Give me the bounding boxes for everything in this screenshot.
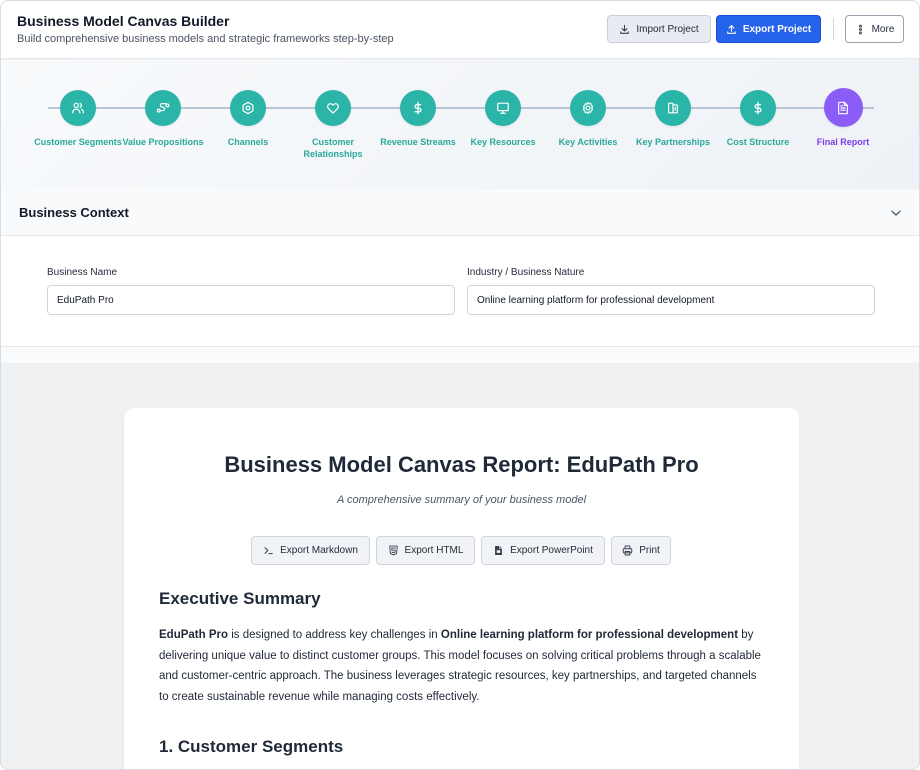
export-markdown-button[interactable]: Export Markdown [251, 536, 370, 565]
export-html-label: Export HTML [404, 545, 464, 556]
step-label: Revenue Streams [380, 137, 456, 147]
customer-segments-heading: 1. Customer Segments [159, 737, 344, 756]
step-label: Customer Segments [34, 137, 122, 147]
print-button[interactable]: Print [611, 536, 671, 565]
dollar-icon [754, 101, 762, 115]
step-customer-segments[interactable]: Customer Segments [33, 90, 123, 148]
step-circle [400, 90, 436, 126]
monitor-icon [497, 102, 509, 114]
heart-icon [327, 103, 339, 114]
step-circle [570, 90, 606, 126]
route-icon [156, 103, 170, 113]
gear-icon [582, 101, 594, 115]
report-subtitle: A comprehensive summary of your business… [336, 494, 587, 506]
header-divider [833, 18, 834, 40]
step-label: Cost Structure [726, 137, 790, 147]
app-header: Business Model Canvas Builder Build comp… [1, 1, 919, 59]
business-context-panel: Business Context Business Name Industry … [1, 189, 919, 363]
app-title: Business Model Canvas Builder [17, 13, 230, 29]
executive-summary-heading: Executive Summary [159, 589, 321, 608]
step-label: Final Report [816, 137, 870, 147]
more-vertical-icon [858, 24, 862, 34]
step-customer-relationships[interactable]: Customer Relationships [288, 90, 378, 160]
business-name-label: Business Name [47, 267, 118, 278]
progress-stepper: Customer Segments Value Propositions Cha… [1, 60, 919, 189]
step-value-propositions[interactable]: Value Propositions [118, 90, 208, 148]
export-project-label: Export Project [742, 23, 812, 35]
step-circle [315, 90, 351, 126]
import-project-button[interactable]: Import Project [607, 15, 711, 43]
printer-icon [622, 545, 633, 556]
business-context-header[interactable]: Business Context [1, 189, 919, 236]
step-key-resources[interactable]: Key Resources [458, 90, 548, 148]
business-context-footer [1, 346, 919, 363]
export-powerpoint-label: Export PowerPoint [510, 545, 593, 556]
html5-icon [388, 545, 398, 556]
business-context-title: Business Context [19, 205, 129, 220]
print-label: Print [639, 545, 660, 556]
chevron-down-icon[interactable] [889, 206, 903, 220]
step-circle [60, 90, 96, 126]
export-powerpoint-button[interactable]: Export PowerPoint [481, 536, 605, 565]
step-cost-structure[interactable]: Cost Structure [713, 90, 803, 148]
more-label: More [871, 23, 895, 35]
step-circle [230, 90, 266, 126]
step-circle [655, 90, 691, 126]
partnership-icon [668, 102, 678, 114]
export-markdown-label: Export Markdown [280, 545, 358, 556]
app-window: Business Model Canvas Builder Build comp… [0, 0, 920, 770]
step-circle [740, 90, 776, 126]
file-icon [495, 546, 503, 555]
export-project-button[interactable]: Export Project [716, 15, 821, 43]
step-label: Value Propositions [122, 137, 204, 147]
import-project-label: Import Project [636, 23, 699, 35]
business-name-input[interactable] [47, 285, 455, 315]
download-icon [620, 24, 630, 34]
step-circle [823, 88, 863, 127]
step-label: Channels [227, 137, 269, 147]
report-card: Business Model Canvas Report: EduPath Pr… [124, 408, 799, 769]
industry-label: Industry / Business Nature [467, 267, 585, 278]
step-circle [145, 90, 181, 126]
step-label: Key Activities [558, 137, 618, 147]
step-final-report[interactable]: Final Report [798, 88, 888, 148]
document-icon [838, 101, 848, 114]
upload-icon [726, 24, 736, 34]
terminal-icon [264, 547, 273, 555]
step-label: Customer Relationships [303, 137, 363, 159]
dollar-icon [414, 101, 422, 115]
summary-business-name: EduPath Pro [159, 629, 229, 641]
summary-text-1: is designed to address key challenges in [228, 629, 441, 641]
channels-icon [242, 101, 254, 115]
executive-summary-text: EduPath Pro is designed to address key c… [159, 625, 769, 707]
industry-input[interactable] [467, 285, 875, 315]
step-revenue-streams[interactable]: Revenue Streams [373, 90, 463, 148]
summary-industry: Online learning platform for professiona… [440, 629, 739, 641]
more-button[interactable]: More [845, 15, 904, 43]
export-html-button[interactable]: Export HTML [376, 536, 475, 565]
report-title: Business Model Canvas Report: EduPath Pr… [224, 452, 699, 477]
users-icon [71, 102, 85, 114]
step-circle [485, 90, 521, 126]
app-subtitle: Build comprehensive business models and … [17, 33, 394, 45]
step-label: Key Resources [470, 137, 536, 147]
step-channels[interactable]: Channels [203, 90, 293, 148]
step-key-activities[interactable]: Key Activities [543, 90, 633, 148]
step-label: Key Partnerships [635, 137, 711, 147]
step-key-partnerships[interactable]: Key Partnerships [628, 90, 718, 148]
